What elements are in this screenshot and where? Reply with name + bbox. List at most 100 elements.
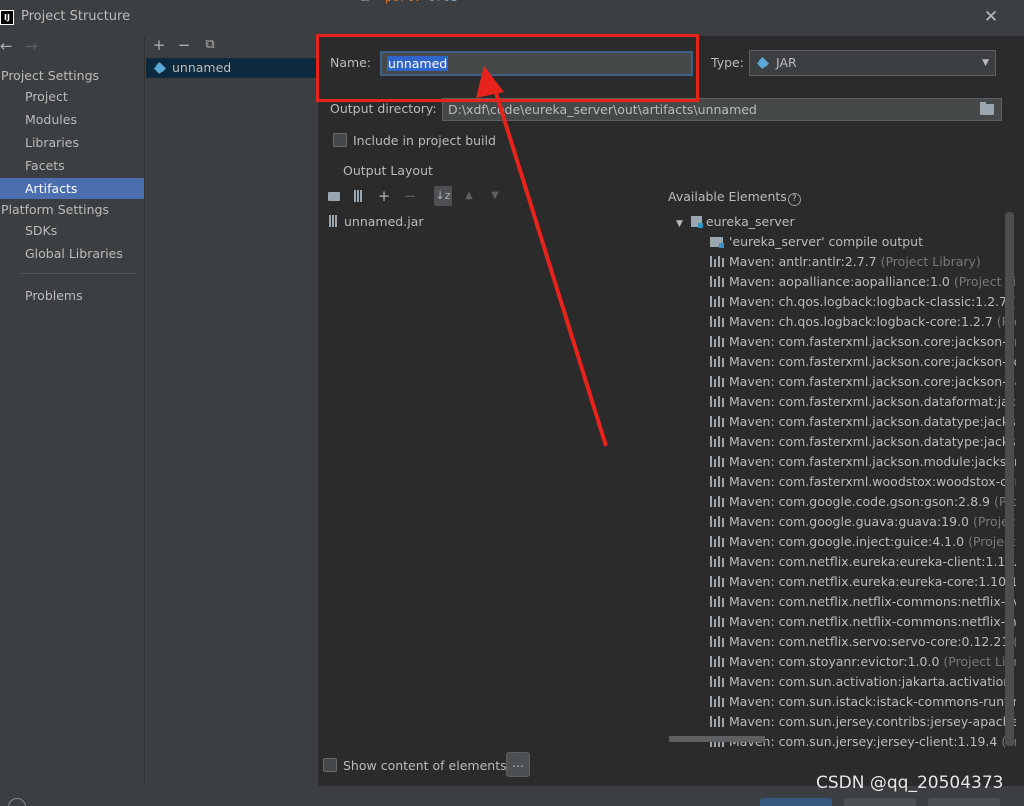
help-icon[interactable]: ? xyxy=(787,193,801,206)
folder-icon xyxy=(710,237,724,248)
annotation-highlight-box xyxy=(316,34,699,102)
library-item[interactable]: Maven: com.fasterxml.woodstox:woodstox-c… xyxy=(710,472,1016,492)
library-item[interactable]: Maven: antlr:antlr:2.7.7 (Project Librar… xyxy=(710,252,1016,272)
library-item[interactable]: Maven: com.netflix.servo:servo-core:0.12… xyxy=(710,632,1016,652)
compile-output-item[interactable]: 'eureka_server' compile output xyxy=(710,232,923,252)
library-icon xyxy=(710,436,725,447)
library-icon xyxy=(710,616,725,627)
artifact-name: unnamed xyxy=(172,60,232,75)
settings-nav: ← → Project Settings Project Modules Lib… xyxy=(0,36,144,786)
module-name: eureka_server xyxy=(705,214,795,229)
library-icon xyxy=(710,496,725,507)
layout-root-label: unnamed.jar xyxy=(344,214,424,229)
type-select-value: JAR xyxy=(776,55,797,70)
artifact-list-item[interactable]: unnamed xyxy=(146,58,318,78)
library-icon xyxy=(710,636,725,647)
library-item[interactable]: Maven: com.fasterxml.jackson.module:jack… xyxy=(710,452,1016,472)
library-item[interactable]: Maven: com.netflix.netflix-commons:netfl… xyxy=(710,592,1016,612)
ellipsis-button[interactable]: ... xyxy=(506,752,530,777)
library-item[interactable]: Maven: aopalliance:aopalliance:1.0 (Proj… xyxy=(710,272,1016,292)
add-copy-of-icon[interactable]: + xyxy=(375,186,393,206)
library-icon xyxy=(710,316,725,327)
move-up-icon[interactable]: ▲ xyxy=(460,186,478,206)
nav-item-libraries[interactable]: Libraries xyxy=(0,132,144,153)
library-item[interactable]: Maven: com.fasterxml.jackson.core:jackso… xyxy=(710,352,1016,372)
library-item[interactable]: Maven: com.fasterxml.jackson.datatype:ja… xyxy=(710,432,1016,452)
artifact-list-panel: + − ⧉ unnamed xyxy=(144,36,319,786)
include-in-build-checkbox[interactable] xyxy=(333,133,347,147)
nav-item-global-libraries[interactable]: Global Libraries xyxy=(0,243,144,264)
show-content-checkbox[interactable] xyxy=(323,758,337,772)
library-item[interactable]: Maven: com.fasterxml.jackson.core:jackso… xyxy=(710,332,1016,352)
copy-icon[interactable]: ⧉ xyxy=(202,36,218,54)
library-item[interactable]: Maven: com.google.inject:guice:4.1.0 (Pr… xyxy=(710,532,1016,552)
output-directory-value: D:\xdf\code\eureka_server\out\artifacts\… xyxy=(448,102,757,117)
compile-output-label: 'eureka_server' compile output xyxy=(729,234,923,249)
library-icon xyxy=(710,456,725,467)
library-item[interactable]: Maven: com.google.guava:guava:19.0 (Proj… xyxy=(710,512,1016,532)
horizontal-scrollbar[interactable] xyxy=(669,736,765,742)
add-icon[interactable]: + xyxy=(151,36,167,54)
library-tag: (Project Library) xyxy=(880,254,981,269)
create-directory-icon[interactable] xyxy=(325,186,343,206)
vertical-scrollbar[interactable] xyxy=(1005,212,1014,746)
tab-output-layout[interactable]: Output Layout xyxy=(343,163,433,178)
library-name: Maven: com.fasterxml.jackson.datatype:ja… xyxy=(729,414,1016,429)
library-icon xyxy=(710,576,725,587)
library-icon xyxy=(710,556,725,567)
library-item[interactable]: Maven: com.google.code.gson:gson:2.8.9 (… xyxy=(710,492,1016,512)
library-item[interactable]: Maven: com.stoyanr:evictor:1.0.0 (Projec… xyxy=(710,652,1016,672)
library-name: Maven: com.google.guava:guava:19.0 xyxy=(729,514,970,529)
library-name: Maven: com.sun.activation:jakarta.activa… xyxy=(729,674,1016,689)
sort-elements-icon[interactable]: ↓z xyxy=(434,186,452,206)
nav-item-problems[interactable]: Problems xyxy=(0,285,144,306)
library-icon xyxy=(710,656,725,667)
library-icon xyxy=(710,276,725,287)
module-icon xyxy=(690,216,703,228)
library-item[interactable]: Maven: com.netflix.netflix-commons:netfl… xyxy=(710,612,1016,632)
library-item[interactable]: Maven: com.netflix.eureka:eureka-client:… xyxy=(710,552,1016,572)
intellij-logo-icon: IJ xyxy=(0,10,14,25)
nav-item-project[interactable]: Project xyxy=(0,86,144,107)
ok-button[interactable] xyxy=(760,798,832,806)
nav-item-modules[interactable]: Modules xyxy=(0,109,144,130)
nav-item-artifacts[interactable]: Artifacts xyxy=(0,178,144,199)
nav-item-facets[interactable]: Facets xyxy=(0,155,144,176)
chevron-down-icon[interactable]: ▼ xyxy=(676,219,683,229)
library-item[interactable]: Maven: ch.qos.logback:logback-core:1.2.7… xyxy=(710,312,1016,332)
back-arrow-icon[interactable]: ← xyxy=(0,37,13,55)
nav-item-sdks[interactable]: SDKs xyxy=(0,220,144,241)
library-name: Maven: com.google.code.gson:gson:2.8.9 xyxy=(729,494,990,509)
close-icon[interactable]: ✕ xyxy=(982,7,1000,27)
library-item[interactable]: Maven: com.fasterxml.jackson.dataformat:… xyxy=(710,392,1016,412)
library-item[interactable]: Maven: com.sun.istack:istack-commons-run… xyxy=(710,692,1016,712)
type-select[interactable]: JAR ▼ xyxy=(749,50,996,76)
library-name: Maven: com.fasterxml.jackson.core:jackso… xyxy=(729,354,1016,369)
add-jar-icon[interactable] xyxy=(350,186,368,206)
library-icon xyxy=(710,416,725,427)
library-name: Maven: com.fasterxml.woodstox:woodstox-c… xyxy=(729,474,1016,489)
remove-element-icon[interactable]: − xyxy=(401,186,419,206)
artifact-jar-icon xyxy=(153,61,167,75)
library-icon xyxy=(710,356,725,367)
library-item[interactable]: Maven: ch.qos.logback:logback-classic:1.… xyxy=(710,292,1016,312)
layout-root-item[interactable]: unnamed.jar xyxy=(329,212,423,232)
library-item[interactable]: Maven: com.sun.activation:jakarta.activa… xyxy=(710,672,1016,692)
cancel-button[interactable] xyxy=(844,798,916,806)
library-item[interactable]: Maven: com.netflix.eureka:eureka-core:1.… xyxy=(710,572,1016,592)
library-item[interactable]: Maven: com.sun.jersey:jersey-client:1.19… xyxy=(710,732,1016,752)
library-item[interactable]: Maven: com.sun.jersey.contribs:jersey-ap… xyxy=(710,712,1016,732)
forward-arrow-icon[interactable]: → xyxy=(25,37,38,55)
move-down-icon[interactable]: ▼ xyxy=(486,186,504,206)
remove-icon[interactable]: − xyxy=(176,36,192,54)
library-name: Maven: com.fasterxml.jackson.dataformat:… xyxy=(729,394,1016,409)
library-name: Maven: com.sun.jersey.contribs:jersey-ap… xyxy=(729,714,1016,729)
library-item[interactable]: Maven: com.fasterxml.jackson.datatype:ja… xyxy=(710,412,1016,432)
module-tree-node[interactable]: ▼ eureka_server xyxy=(676,212,795,232)
library-item[interactable]: Maven: com.fasterxml.jackson.core:jackso… xyxy=(710,372,1016,392)
folder-icon[interactable] xyxy=(980,102,994,115)
library-icon xyxy=(710,516,725,527)
watermark: CSDN @qq_20504373 xyxy=(816,773,1004,793)
apply-button[interactable] xyxy=(928,798,1000,806)
library-icon xyxy=(710,336,725,347)
